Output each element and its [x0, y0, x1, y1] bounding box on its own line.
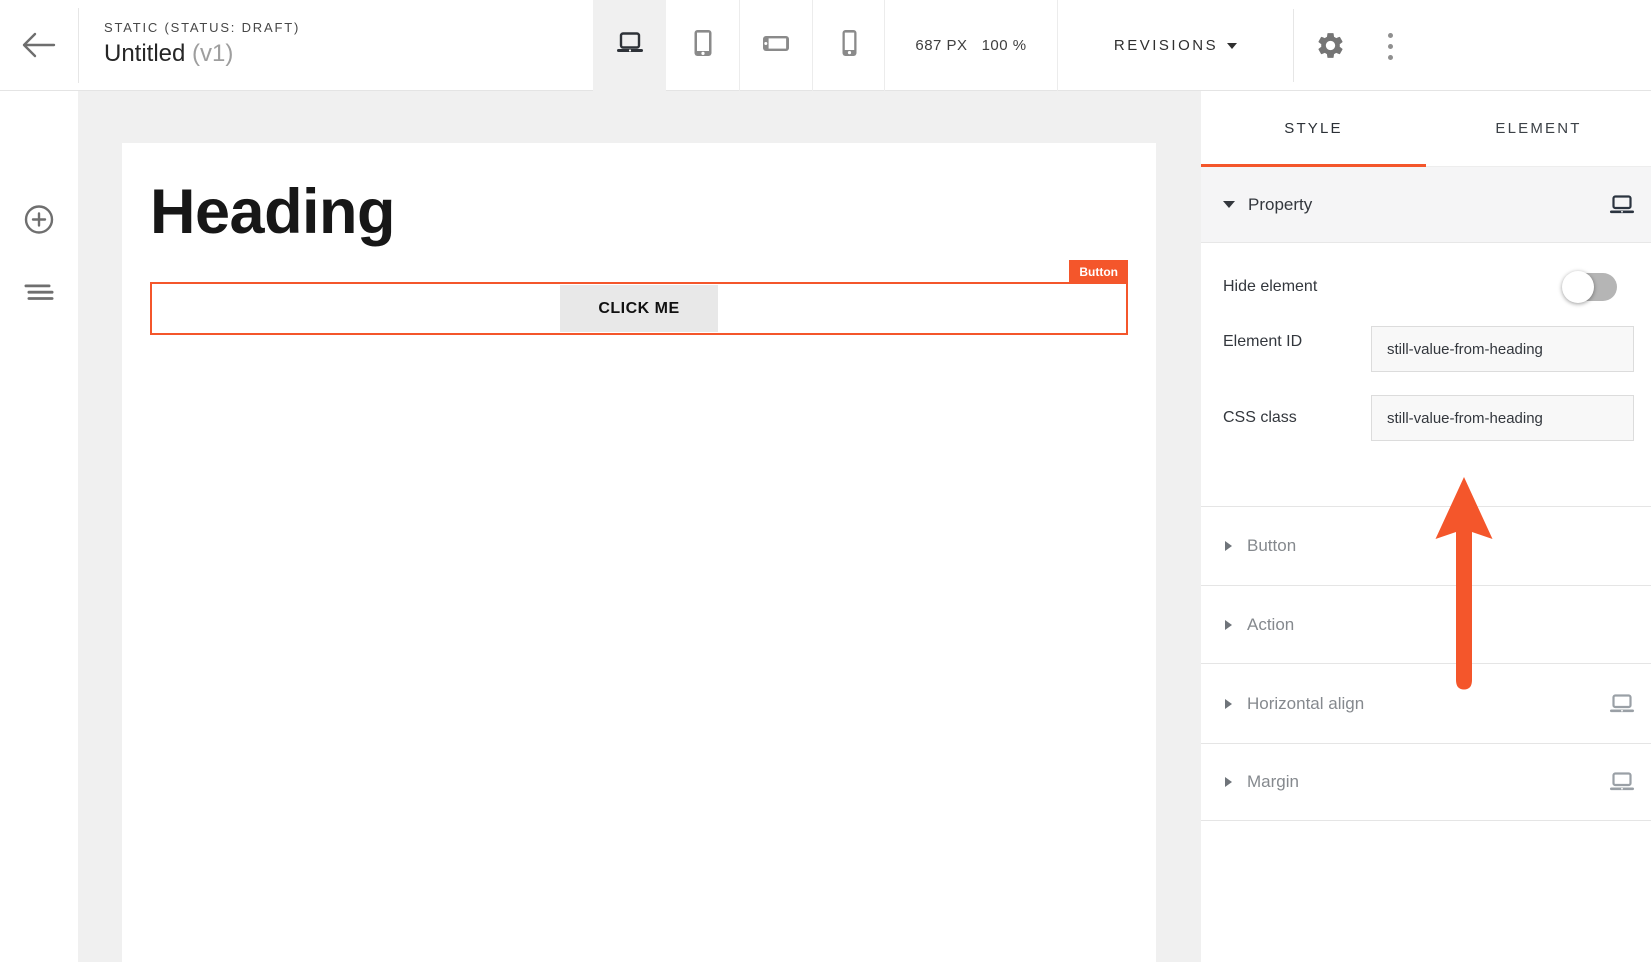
more-menu-button[interactable]: [1379, 28, 1401, 64]
element-type-badge: Button: [1069, 260, 1128, 284]
doc-version: (v1): [192, 40, 233, 67]
device-desktop-button[interactable]: [593, 0, 666, 91]
doc-title: Untitled: [104, 40, 185, 67]
landscape-phone-icon: [762, 35, 790, 57]
css-class-label: CSS class: [1223, 409, 1297, 427]
css-class-input[interactable]: [1371, 395, 1634, 441]
chevron-right-icon: [1225, 699, 1232, 709]
hide-element-row: Hide element: [1223, 263, 1635, 311]
section-property-header[interactable]: Property: [1201, 167, 1651, 243]
section-button[interactable]: Button: [1201, 506, 1651, 585]
section-divider: [1201, 820, 1651, 821]
document-title-block: STATIC (STATUS: DRAFT) Untitled (v1): [104, 20, 300, 68]
settings-panel: STYLE ELEMENT Property Hide element Elem…: [1201, 91, 1651, 962]
viewport-width-value: 687 PX: [915, 37, 967, 54]
section-action[interactable]: Action: [1201, 585, 1651, 663]
gear-icon: [1315, 49, 1346, 64]
responsive-desktop-icon: [1609, 772, 1635, 792]
desktop-icon: [615, 31, 645, 60]
settings-button[interactable]: [1314, 30, 1346, 62]
topbar-divider: [78, 8, 79, 83]
hide-element-label: Hide element: [1223, 278, 1317, 296]
selected-button-element[interactable]: Button CLICK ME: [150, 282, 1128, 335]
click-me-button[interactable]: CLICK ME: [560, 285, 718, 332]
plus-circle-icon: [24, 223, 55, 238]
toggle-knob: [1562, 271, 1594, 303]
canvas[interactable]: Heading Button CLICK ME: [78, 91, 1201, 962]
element-id-label: Element ID: [1223, 333, 1302, 351]
chevron-right-icon: [1225, 777, 1232, 787]
section-label: Property: [1248, 195, 1312, 215]
chevron-right-icon: [1225, 541, 1232, 551]
caret-down-icon: [1223, 201, 1235, 208]
chevron-down-icon: [1227, 43, 1237, 49]
tablet-icon: [691, 28, 715, 63]
back-button[interactable]: [20, 29, 58, 61]
tab-style[interactable]: STYLE: [1201, 91, 1426, 166]
kebab-icon: [1388, 33, 1393, 38]
add-element-button[interactable]: [24, 204, 55, 238]
responsive-desktop-icon: [1609, 195, 1635, 215]
page-preview[interactable]: Heading Button CLICK ME: [122, 143, 1156, 962]
arrow-left-icon: [20, 49, 58, 64]
structure-button[interactable]: [24, 284, 55, 304]
publish-button[interactable]: PUBLISH: [1421, 19, 1539, 72]
device-tablet-button[interactable]: [666, 0, 739, 91]
device-landscape-button[interactable]: [739, 0, 812, 91]
left-toolbar: [0, 91, 78, 962]
app-root: STATIC (STATUS: DRAFT) Untitled (v1): [0, 0, 1651, 962]
hide-element-toggle[interactable]: [1565, 273, 1617, 301]
structure-lines-icon: [24, 289, 55, 304]
panel-tabs: STYLE ELEMENT: [1201, 91, 1651, 167]
mobile-icon: [841, 29, 858, 62]
responsive-desktop-icon: [1609, 694, 1635, 714]
revisions-button[interactable]: REVISIONS: [1058, 0, 1293, 91]
section-horizontal-align[interactable]: Horizontal align: [1201, 663, 1651, 743]
topbar-divider: [1293, 9, 1294, 82]
topbar: STATIC (STATUS: DRAFT) Untitled (v1): [0, 0, 1651, 91]
zoom-level-value: 100 %: [982, 37, 1027, 54]
chevron-right-icon: [1225, 620, 1232, 630]
device-switcher: [593, 0, 885, 91]
viewport-info: 687 PX 100 %: [884, 0, 1058, 91]
heading-element[interactable]: Heading: [150, 181, 395, 244]
tab-element[interactable]: ELEMENT: [1426, 91, 1651, 166]
element-id-input[interactable]: [1371, 326, 1634, 372]
device-mobile-button[interactable]: [812, 0, 885, 91]
section-margin[interactable]: Margin: [1201, 743, 1651, 820]
status-label: STATIC (STATUS: DRAFT): [104, 20, 300, 35]
